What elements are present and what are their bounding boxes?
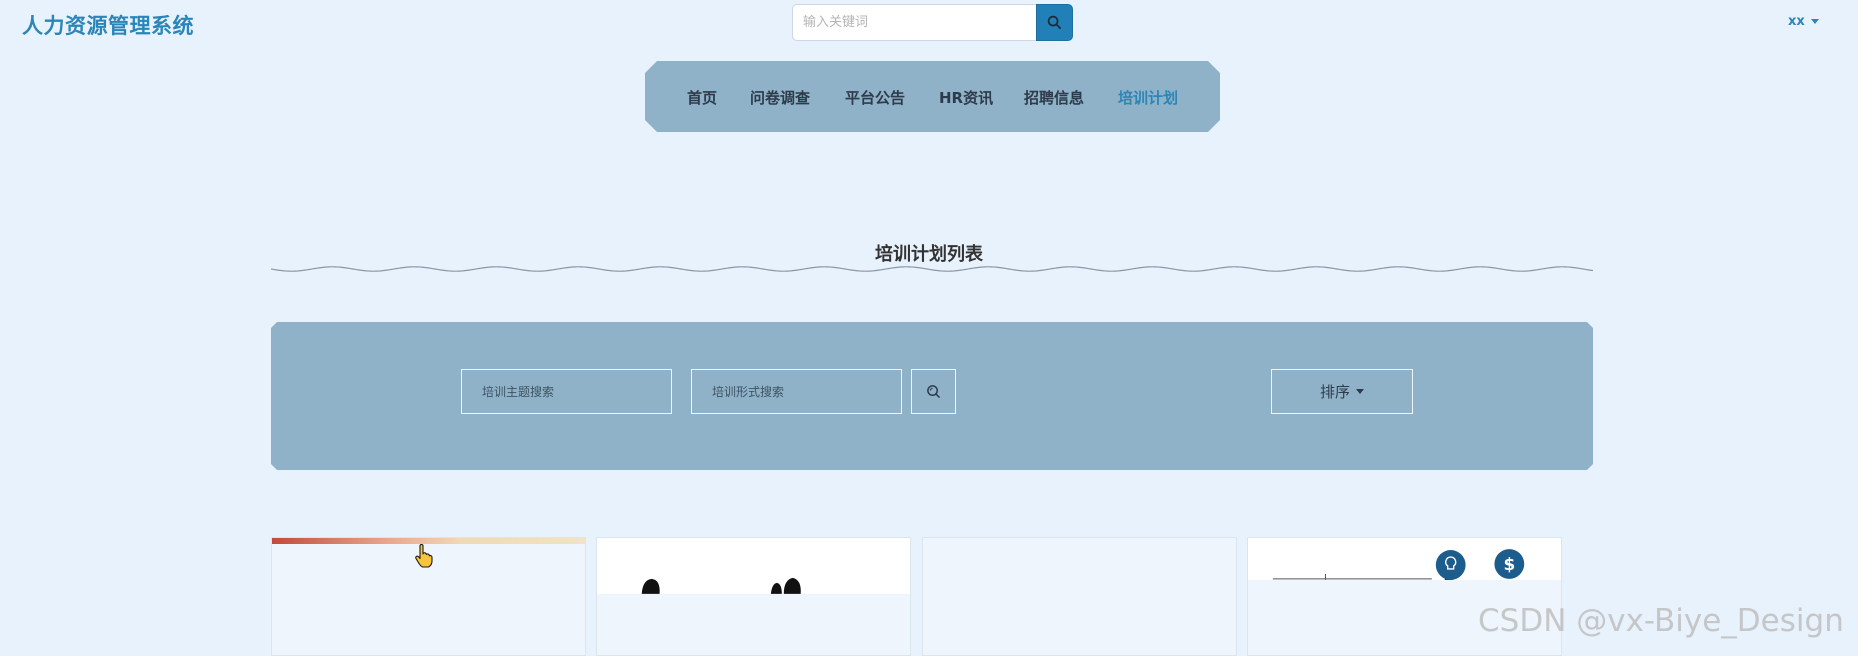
wave-divider [271,266,1593,272]
header-search [792,4,1073,41]
caret-down-icon [1810,19,1819,24]
header-search-input[interactable] [792,4,1038,41]
nav-item-training[interactable]: 培训计划 [1118,87,1178,108]
nav-item-survey[interactable]: 问卷调查 [750,87,810,108]
site-logo[interactable]: 人力资源管理系统 [22,10,194,40]
lightbulb-icon [1435,550,1466,580]
training-card-image [597,538,910,594]
search-icon [1047,15,1061,29]
csdn-watermark: CSDN @vx-Biye_Design [1478,603,1844,639]
svg-text:$: $ [1503,554,1515,574]
header-search-button[interactable] [1036,4,1073,41]
user-menu[interactable]: xx [1788,14,1819,29]
training-format-search-input[interactable] [691,369,902,414]
filter-search-button[interactable] [911,369,956,414]
user-name: xx [1788,14,1805,29]
sort-dropdown-button[interactable]: 排序 [1271,369,1413,414]
training-card[interactable] [922,537,1237,656]
sort-label: 排序 [1319,383,1350,401]
filter-panel: 排序 [271,322,1593,470]
nav-item-announcements[interactable]: 平台公告 [845,87,905,108]
caret-down-icon [1356,389,1364,394]
training-card-image: $ [1248,538,1561,580]
search-icon [926,384,941,399]
training-card[interactable] [596,537,911,656]
main-nav: 首页 问卷调查 平台公告 HR资讯 招聘信息 培训计划 [645,61,1220,132]
nav-item-recruitment[interactable]: 招聘信息 [1024,87,1084,108]
training-topic-search-input[interactable] [461,369,672,414]
nav-item-home[interactable]: 首页 [687,87,717,108]
hand-pointer-icon [415,544,433,568]
nav-item-hr-news[interactable]: HR资讯 [939,87,993,108]
